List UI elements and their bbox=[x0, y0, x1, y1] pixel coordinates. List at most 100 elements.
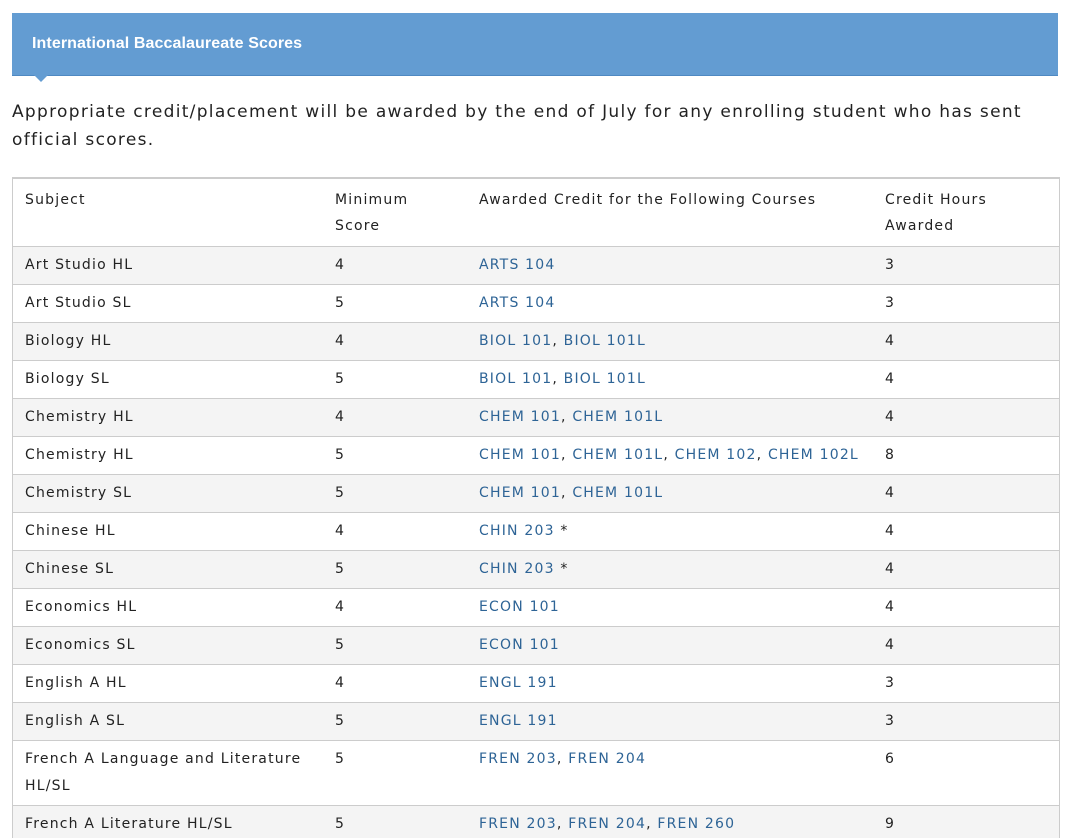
course-separator: , bbox=[561, 447, 573, 463]
cell-minimum-score: 5 bbox=[323, 284, 467, 323]
table-row: Chinese SL 5 CHIN 203 * 4 bbox=[13, 550, 1059, 589]
course-link[interactable]: FREN 204 bbox=[568, 751, 646, 767]
course-link[interactable]: ECON 101 bbox=[479, 599, 560, 615]
course-link[interactable]: BIOL 101 bbox=[479, 333, 552, 349]
course-link[interactable]: CHEM 101L bbox=[572, 485, 663, 501]
cell-subject: Economics HL bbox=[13, 588, 323, 627]
course-link[interactable]: BIOL 101L bbox=[564, 371, 646, 387]
cell-subject: Chinese SL bbox=[13, 550, 323, 589]
table-row: English A HL 4 ENGL 191 3 bbox=[13, 664, 1059, 703]
cell-minimum-score: 4 bbox=[323, 246, 467, 285]
course-separator: , bbox=[556, 751, 569, 767]
cell-minimum-score: 5 bbox=[323, 805, 467, 838]
cell-awarded-credit: FREN 203, FREN 204 bbox=[467, 740, 873, 806]
cell-awarded-credit: BIOL 101, BIOL 101L bbox=[467, 360, 873, 399]
course-link[interactable]: FREN 203 bbox=[479, 751, 557, 767]
scores-table: Subject Minimum Score Awarded Credit for… bbox=[13, 179, 1059, 838]
cell-credit-hours: 4 bbox=[873, 322, 1059, 361]
course-link[interactable]: CHEM 101L bbox=[572, 447, 663, 463]
course-link[interactable]: CHEM 101 bbox=[479, 485, 561, 501]
table-row: Chemistry HL 5 CHEM 101, CHEM 101L, CHEM 1… bbox=[13, 436, 1059, 475]
cell-credit-hours: 4 bbox=[873, 550, 1059, 589]
table-row: Chemistry HL 4 CHEM 101, CHEM 101L 4 bbox=[13, 398, 1059, 437]
course-link[interactable]: ECON 101 bbox=[479, 637, 560, 653]
table-row: Economics HL 4 ECON 101 4 bbox=[13, 588, 1059, 627]
cell-subject: Chemistry HL bbox=[13, 436, 323, 475]
cell-subject: Chemistry HL bbox=[13, 398, 323, 437]
course-link[interactable]: CHEM 101 bbox=[479, 447, 561, 463]
cell-awarded-credit: CHEM 101, CHEM 101L bbox=[467, 398, 873, 437]
column-header-credit-hours: Credit Hours Awarded bbox=[885, 192, 987, 234]
course-separator: , bbox=[646, 816, 658, 832]
cell-minimum-score: 5 bbox=[323, 740, 467, 806]
cell-awarded-credit: ARTS 104 bbox=[467, 284, 873, 323]
cell-awarded-credit: ARTS 104 bbox=[467, 246, 873, 285]
table-row: Chinese HL 4 CHIN 203 * 4 bbox=[13, 512, 1059, 551]
cell-credit-hours: 4 bbox=[873, 398, 1059, 437]
table-row: Biology HL 4 BIOL 101, BIOL 101L 4 bbox=[13, 322, 1059, 361]
cell-credit-hours: 4 bbox=[873, 512, 1059, 551]
cell-awarded-credit: CHEM 101, CHEM 101L, CHEM 102, CHEM 102L bbox=[467, 436, 873, 475]
table-row: Art Studio HL 4 ARTS 104 3 bbox=[13, 246, 1059, 285]
course-link[interactable]: FREN 203 bbox=[479, 816, 557, 832]
course-link[interactable]: ENGL 191 bbox=[479, 675, 558, 691]
table-row: Art Studio SL 5 ARTS 104 3 bbox=[13, 284, 1059, 323]
cell-minimum-score: 5 bbox=[323, 474, 467, 513]
cell-awarded-credit: CHIN 203 * bbox=[467, 550, 873, 589]
cell-subject: English A HL bbox=[13, 664, 323, 703]
course-separator: , bbox=[552, 333, 564, 349]
section-header: International Baccalaureate Scores bbox=[12, 13, 1058, 82]
cell-credit-hours: 3 bbox=[873, 246, 1059, 285]
page: International Baccalaureate Scores Appro… bbox=[0, 0, 1080, 838]
course-link[interactable]: CHEM 101L bbox=[572, 409, 663, 425]
cell-awarded-credit: CHEM 101, CHEM 101L bbox=[467, 474, 873, 513]
cell-subject: Art Studio SL bbox=[13, 284, 323, 323]
cell-awarded-credit: CHIN 203 * bbox=[467, 512, 873, 551]
cell-subject: Chinese HL bbox=[13, 512, 323, 551]
course-link[interactable]: BIOL 101L bbox=[564, 333, 646, 349]
course-link[interactable]: ARTS 104 bbox=[479, 257, 556, 273]
course-footnote-marker: * bbox=[560, 561, 569, 577]
course-separator: , bbox=[663, 447, 675, 463]
cell-subject: Biology SL bbox=[13, 360, 323, 399]
course-link[interactable]: CHEM 101 bbox=[479, 409, 561, 425]
course-link[interactable]: CHEM 102 bbox=[675, 447, 757, 463]
course-link[interactable]: FREN 260 bbox=[657, 816, 735, 832]
course-link[interactable]: CHIN 203 bbox=[479, 561, 555, 577]
cell-minimum-score: 4 bbox=[323, 664, 467, 703]
course-link[interactable]: BIOL 101 bbox=[479, 371, 552, 387]
cell-awarded-credit: ECON 101 bbox=[467, 588, 873, 627]
intro-text: Appropriate credit/placement will be awa… bbox=[12, 102, 1022, 150]
cell-credit-hours: 3 bbox=[873, 284, 1059, 323]
column-header-subject: Subject bbox=[25, 192, 86, 208]
cell-credit-hours: 4 bbox=[873, 474, 1059, 513]
course-link[interactable]: CHEM 102L bbox=[768, 447, 859, 463]
column-header-minimum-score: Minimum Score bbox=[335, 192, 409, 234]
course-separator: , bbox=[756, 447, 768, 463]
cell-subject: French A Literature HL/SL bbox=[13, 805, 323, 838]
course-link[interactable]: ARTS 104 bbox=[479, 295, 556, 311]
cell-credit-hours: 4 bbox=[873, 360, 1059, 399]
table-header-row: Subject Minimum Score Awarded Credit for… bbox=[13, 179, 1059, 247]
section-title: International Baccalaureate Scores bbox=[32, 35, 303, 52]
cell-minimum-score: 5 bbox=[323, 550, 467, 589]
cell-awarded-credit: ECON 101 bbox=[467, 626, 873, 665]
course-link[interactable]: FREN 204 bbox=[568, 816, 646, 832]
cell-awarded-credit: FREN 203, FREN 204, FREN 260 bbox=[467, 805, 873, 838]
course-link[interactable]: CHIN 203 bbox=[479, 523, 555, 539]
cell-subject: English A SL bbox=[13, 702, 323, 741]
table-row: Chemistry SL 5 CHEM 101, CHEM 101L 4 bbox=[13, 474, 1059, 513]
table-row: French A Literature HL/SL 5 FREN 203, FREN… bbox=[13, 805, 1059, 838]
cell-credit-hours: 9 bbox=[873, 805, 1059, 838]
cell-subject: Chemistry SL bbox=[13, 474, 323, 513]
cell-credit-hours: 6 bbox=[873, 740, 1059, 806]
cell-minimum-score: 4 bbox=[323, 398, 467, 437]
cell-subject: Art Studio HL bbox=[13, 246, 323, 285]
cell-minimum-score: 5 bbox=[323, 626, 467, 665]
course-separator: , bbox=[561, 409, 573, 425]
table-row: Biology SL 5 BIOL 101, BIOL 101L 4 bbox=[13, 360, 1059, 399]
cell-minimum-score: 5 bbox=[323, 360, 467, 399]
cell-minimum-score: 4 bbox=[323, 322, 467, 361]
cell-credit-hours: 3 bbox=[873, 702, 1059, 741]
course-link[interactable]: ENGL 191 bbox=[479, 713, 558, 729]
